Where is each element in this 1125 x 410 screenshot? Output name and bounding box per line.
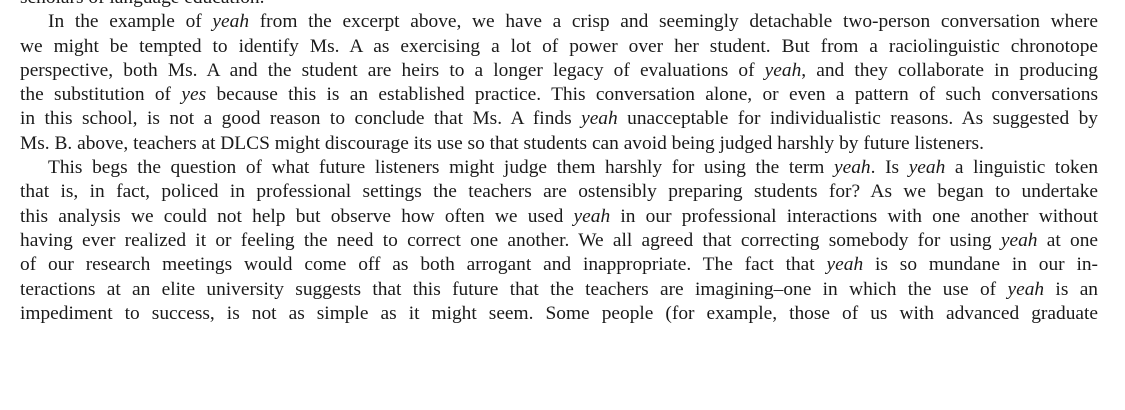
text-run: from the excerpt above, we have a crisp … xyxy=(249,11,1098,33)
italic-term: yeah xyxy=(1007,278,1045,300)
text-line: scholars of language education. xyxy=(20,0,1098,10)
text-run: impediment to success, is not as simple … xyxy=(20,302,1098,324)
italic-term: yeah xyxy=(834,157,871,179)
text-run: . Is xyxy=(870,157,909,179)
text-line: teractions at an elite university sugges… xyxy=(20,278,1098,302)
text-line: In the example of yeah from the excerpt … xyxy=(20,10,1098,34)
text-line: that is, in fact, policed in professiona… xyxy=(20,180,1098,204)
text-run: at one xyxy=(1037,229,1099,251)
text-line: This begs the question of what future li… xyxy=(20,156,1098,180)
text-run: this analysis we could not help but obse… xyxy=(20,205,574,227)
italic-term: yeah xyxy=(764,59,802,81)
text-run: because this is an established practice.… xyxy=(206,84,1099,106)
text-run: in our professional interactions with on… xyxy=(610,205,1098,227)
italic-term: yeah xyxy=(573,205,611,227)
italic-term: yeah xyxy=(826,254,864,276)
text-run: This begs the question of what future li… xyxy=(48,157,835,179)
text-line: the substitution of yes because this is … xyxy=(20,83,1098,107)
text-run: is an xyxy=(1044,278,1098,300)
text-run: , and they collaborate in producing xyxy=(801,59,1098,81)
italic-term: yeah xyxy=(581,108,618,130)
text-run: we might be tempted to identify Ms. A as… xyxy=(20,35,1098,57)
italic-term: yeah xyxy=(908,157,946,179)
text-run: having ever realized it or feeling the n… xyxy=(20,229,1001,251)
text-run: In the example of xyxy=(48,11,213,33)
text-line: in this school, is not a good reason to … xyxy=(20,107,1098,131)
text-run: a linguistic token xyxy=(945,157,1099,179)
text-run: is so mundane in our in- xyxy=(863,254,1098,276)
text-line: of our research meetings would come off … xyxy=(20,253,1098,277)
text-line: Ms. B. above, teachers at DLCS might dis… xyxy=(20,132,1098,156)
italic-term: yeah xyxy=(1000,229,1038,251)
text-run: that is, in fact, policed in professiona… xyxy=(20,181,1098,203)
italic-term: yes xyxy=(181,84,207,106)
text-line: perspective, both Ms. A and the student … xyxy=(20,59,1098,83)
text-run: in this school, is not a good reason to … xyxy=(20,108,582,130)
text-run: of our research meetings would come off … xyxy=(20,254,827,276)
italic-term: yeah xyxy=(212,11,250,33)
document-page: scholars of language education. In the ex… xyxy=(20,0,1098,326)
text-line: having ever realized it or feeling the n… xyxy=(20,229,1098,253)
text-run: unacceptable for individualistic reasons… xyxy=(617,108,1098,130)
text-run: scholars of language education. xyxy=(20,0,264,8)
text-run: Ms. B. above, teachers at DLCS might dis… xyxy=(20,132,984,154)
text-line: impediment to success, is not as simple … xyxy=(20,302,1098,326)
text-line: this analysis we could not help but obse… xyxy=(20,205,1098,229)
text-line: we might be tempted to identify Ms. A as… xyxy=(20,35,1098,59)
body-text: scholars of language education. In the ex… xyxy=(20,0,1098,326)
text-run: perspective, both Ms. A and the student … xyxy=(20,59,765,81)
text-run: teractions at an elite university sugges… xyxy=(20,278,1008,300)
text-run: the substitution of xyxy=(20,84,182,106)
